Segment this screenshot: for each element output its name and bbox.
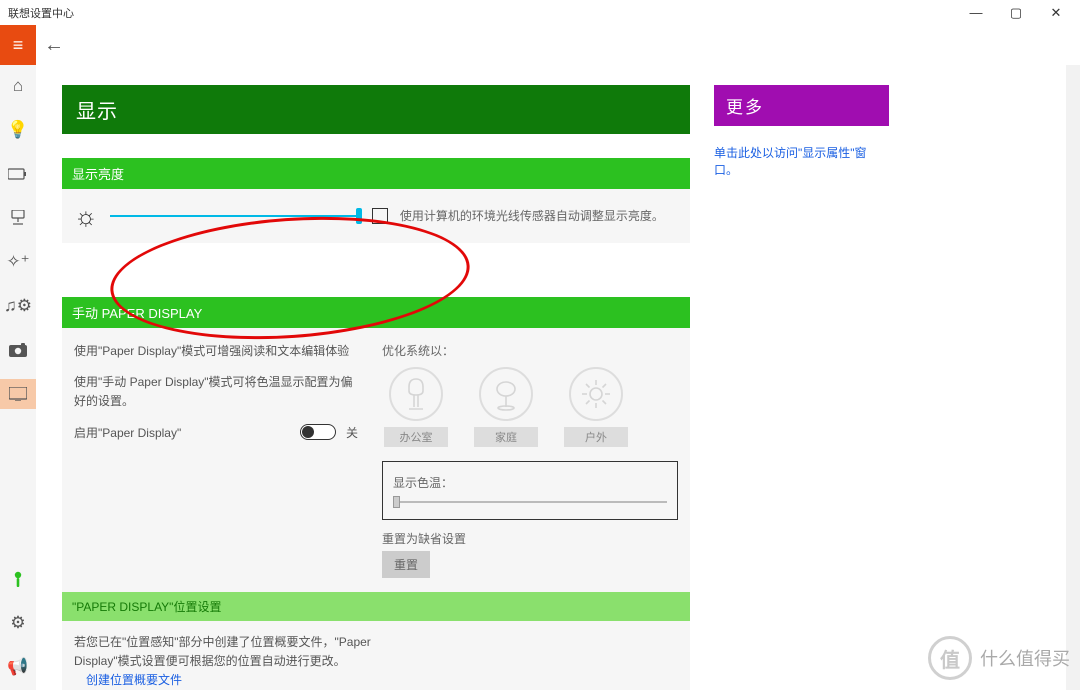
watermark: 值 什么值得买 bbox=[928, 636, 1070, 680]
hamburger-menu[interactable]: ≡ bbox=[0, 25, 36, 65]
scene-outdoor-icon[interactable] bbox=[569, 367, 623, 421]
scene-home-icon[interactable] bbox=[479, 367, 533, 421]
nav-battery-icon[interactable] bbox=[0, 159, 36, 189]
brightness-icon: ☼ bbox=[74, 203, 98, 229]
brightness-slider-thumb[interactable] bbox=[356, 208, 362, 224]
nav-camera-icon[interactable] bbox=[0, 335, 36, 365]
brightness-panel: 显示亮度 ☼ 使用计算机的环境光线传感器自动调整显示亮度。 bbox=[62, 158, 690, 243]
color-temp-slider[interactable] bbox=[393, 501, 667, 503]
brightness-slider[interactable] bbox=[110, 215, 360, 217]
display-properties-link[interactable]: 单击此处以访问"显示属性"窗口。 bbox=[714, 126, 889, 178]
back-button[interactable]: ← bbox=[36, 25, 72, 65]
window-title: 联想设置中心 bbox=[4, 5, 74, 21]
close-button[interactable]: ✕ bbox=[1036, 0, 1076, 25]
auto-brightness-checkbox[interactable] bbox=[372, 208, 388, 224]
scene-home-label: 家庭 bbox=[474, 427, 538, 447]
nav-feedback-icon[interactable]: 📢 bbox=[0, 652, 36, 682]
location-header: "PAPER DISPLAY"位置设置 bbox=[62, 592, 690, 621]
color-temp-box: 显示色温： bbox=[382, 461, 678, 520]
paper-desc2: 使用"手动 Paper Display"模式可将色温显示配置为偏好的设置。 bbox=[74, 373, 358, 411]
auto-brightness-label: 使用计算机的环境光线传感器自动调整显示亮度。 bbox=[400, 210, 664, 222]
more-header: 更多 bbox=[714, 85, 889, 126]
paper-display-panel: 手动 PAPER DISPLAY 使用"Paper Display"模式可增强阅… bbox=[62, 297, 690, 690]
scene-office-icon[interactable] bbox=[389, 367, 443, 421]
nav-user-icon[interactable] bbox=[0, 564, 36, 594]
color-temp-label: 显示色温： bbox=[393, 474, 667, 491]
nav-bulb-icon[interactable]: 💡 bbox=[0, 115, 36, 145]
brightness-header: 显示亮度 bbox=[62, 158, 690, 189]
watermark-text: 什么值得买 bbox=[980, 645, 1070, 671]
create-location-profile-link[interactable]: 创建位置概要文件 bbox=[86, 671, 678, 690]
paper-header: 手动 PAPER DISPLAY bbox=[62, 297, 690, 328]
location-desc: 若您已在"位置感知"部分中创建了位置概要文件，"Paper Display"模式… bbox=[74, 633, 374, 671]
watermark-logo-icon: 值 bbox=[928, 636, 972, 680]
scene-office-label: 办公室 bbox=[384, 427, 448, 447]
page-title: 显示 bbox=[62, 85, 690, 134]
nav-network-icon[interactable] bbox=[0, 203, 36, 233]
reset-label: 重置为缺省设置 bbox=[382, 530, 678, 547]
scene-outdoor-label: 户外 bbox=[564, 427, 628, 447]
vertical-scrollbar[interactable] bbox=[1066, 65, 1080, 690]
nav-audio-icon[interactable]: ♫⚙ bbox=[0, 291, 36, 321]
nav-settings-icon[interactable]: ⚙ bbox=[0, 608, 36, 638]
paper-desc1: 使用"Paper Display"模式可增强阅读和文本编辑体验 bbox=[74, 342, 358, 361]
paper-toggle[interactable] bbox=[300, 424, 336, 440]
nav-update-icon[interactable]: ✧⁺ bbox=[0, 247, 36, 277]
paper-toggle-state: 关 bbox=[346, 424, 358, 441]
nav-rail: ⌂ 💡 ✧⁺ ♫⚙ ⚙ 📢 bbox=[0, 65, 36, 690]
maximize-button[interactable]: ▢ bbox=[996, 0, 1036, 25]
reset-button[interactable]: 重置 bbox=[382, 551, 430, 578]
optimize-label: 优化系统以： bbox=[382, 342, 678, 359]
section-display: 显示 bbox=[62, 85, 690, 134]
nav-display-icon[interactable] bbox=[0, 379, 36, 409]
minimize-button[interactable]: — bbox=[956, 0, 996, 25]
paper-enable-label: 启用"Paper Display" bbox=[74, 424, 181, 441]
nav-home-icon[interactable]: ⌂ bbox=[0, 71, 36, 101]
color-temp-thumb[interactable] bbox=[393, 496, 400, 508]
